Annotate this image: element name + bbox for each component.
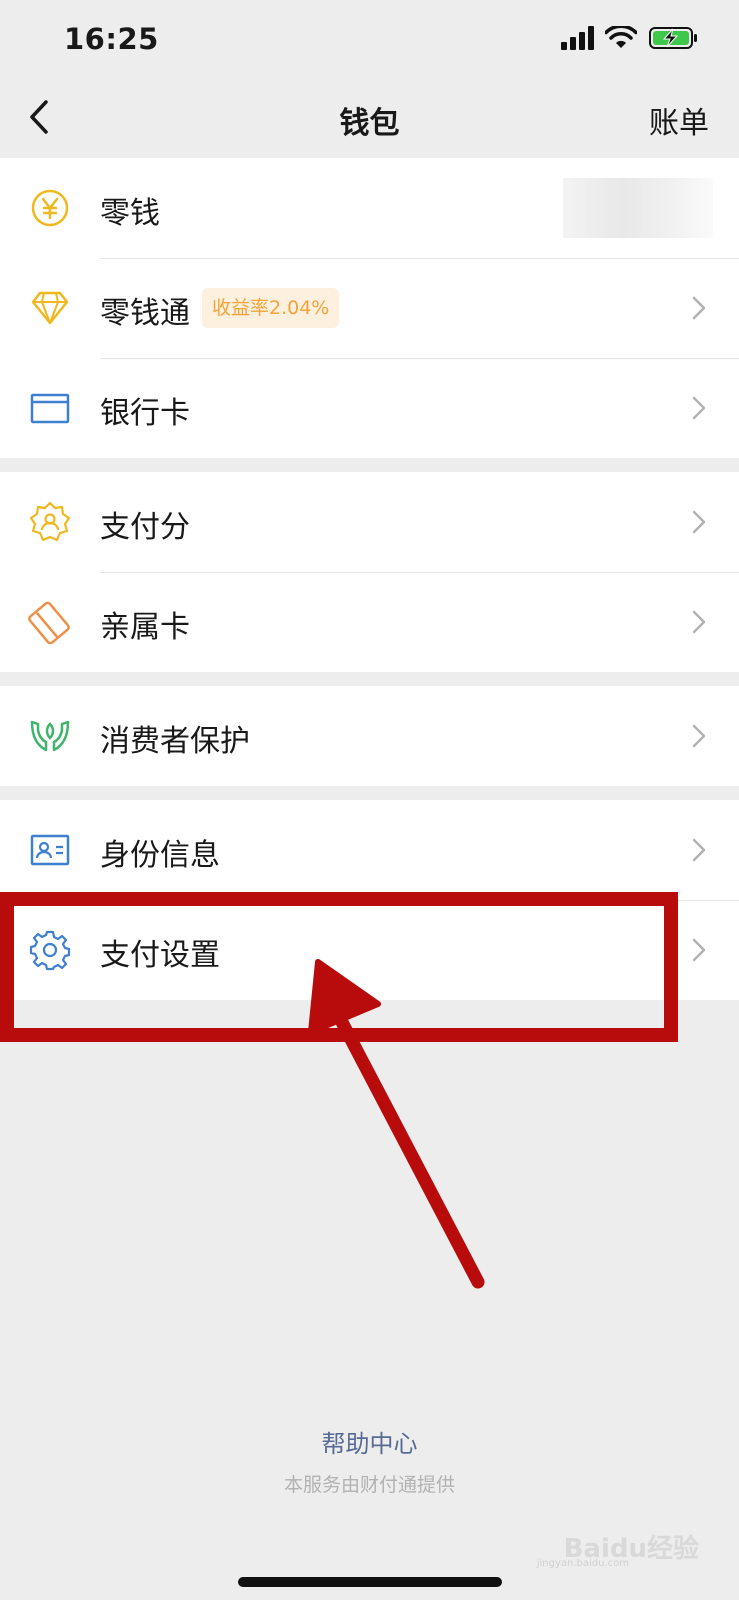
row-identity-info[interactable]: 身份信息: [0, 800, 739, 900]
row-label-lingqiantong: 零钱通: [100, 296, 190, 331]
chevron-right-icon: [692, 838, 706, 862]
balance-blurred: [563, 178, 713, 238]
row-pay-score[interactable]: 支付分: [0, 472, 739, 572]
row-label-consumer-protection: 消费者保护: [100, 724, 250, 759]
row-label-family-card: 亲属卡: [100, 610, 190, 645]
id-card-icon: [30, 834, 70, 866]
row-label-pay-score: 支付分: [100, 510, 190, 545]
help-center-link[interactable]: 帮助中心: [0, 1424, 739, 1459]
chevron-right-icon: [692, 396, 706, 420]
provider-note: 本服务由财付通提供: [283, 1474, 455, 1496]
bill-button[interactable]: 账单: [649, 98, 709, 142]
row-label-bank-card: 银行卡: [100, 396, 190, 431]
yuan-coin-icon: [31, 189, 69, 227]
row-family-card[interactable]: 亲属卡: [0, 572, 739, 672]
baidu-watermark-url: jingyan.baidu.com: [536, 1558, 629, 1569]
diamond-icon: [31, 291, 69, 325]
signal-icon: [561, 26, 594, 50]
row-change[interactable]: 零钱: [0, 158, 739, 258]
page-title: 钱包: [339, 106, 400, 141]
chevron-right-icon: [692, 724, 706, 748]
chevron-right-icon: [692, 938, 706, 962]
highlight-box: [0, 892, 678, 1042]
row-consumer-protection[interactable]: 消费者保护: [0, 686, 739, 786]
nav-bar: 钱包 账单: [0, 80, 739, 158]
chevron-right-icon: [692, 610, 706, 634]
status-bar: 16:25: [0, 0, 739, 80]
chevron-right-icon: [692, 296, 706, 320]
battery-charging-icon: [649, 27, 697, 49]
wallet-group-services: 支付分 亲属卡: [0, 472, 739, 672]
home-indicator: [238, 1577, 502, 1587]
score-badge-icon: [29, 501, 71, 542]
wifi-icon: [605, 26, 637, 48]
row-lingqiantong[interactable]: 零钱通 收益率2.04%: [0, 258, 739, 358]
wallet-group-balance: 零钱 零钱通 收益率2.04% 银行卡: [0, 158, 739, 458]
status-time: 16:25: [64, 22, 159, 56]
wallet-group-protection: 消费者保护: [0, 686, 739, 786]
protect-hands-icon: [30, 720, 70, 752]
row-bank-card[interactable]: 银行卡: [0, 358, 739, 458]
row-label-identity-info: 身份信息: [100, 838, 220, 873]
chevron-right-icon: [692, 510, 706, 534]
bank-card-icon: [30, 393, 70, 424]
yield-badge: 收益率2.04%: [202, 288, 340, 328]
row-label-change: 零钱: [100, 196, 160, 231]
family-card-icon: [28, 601, 70, 644]
